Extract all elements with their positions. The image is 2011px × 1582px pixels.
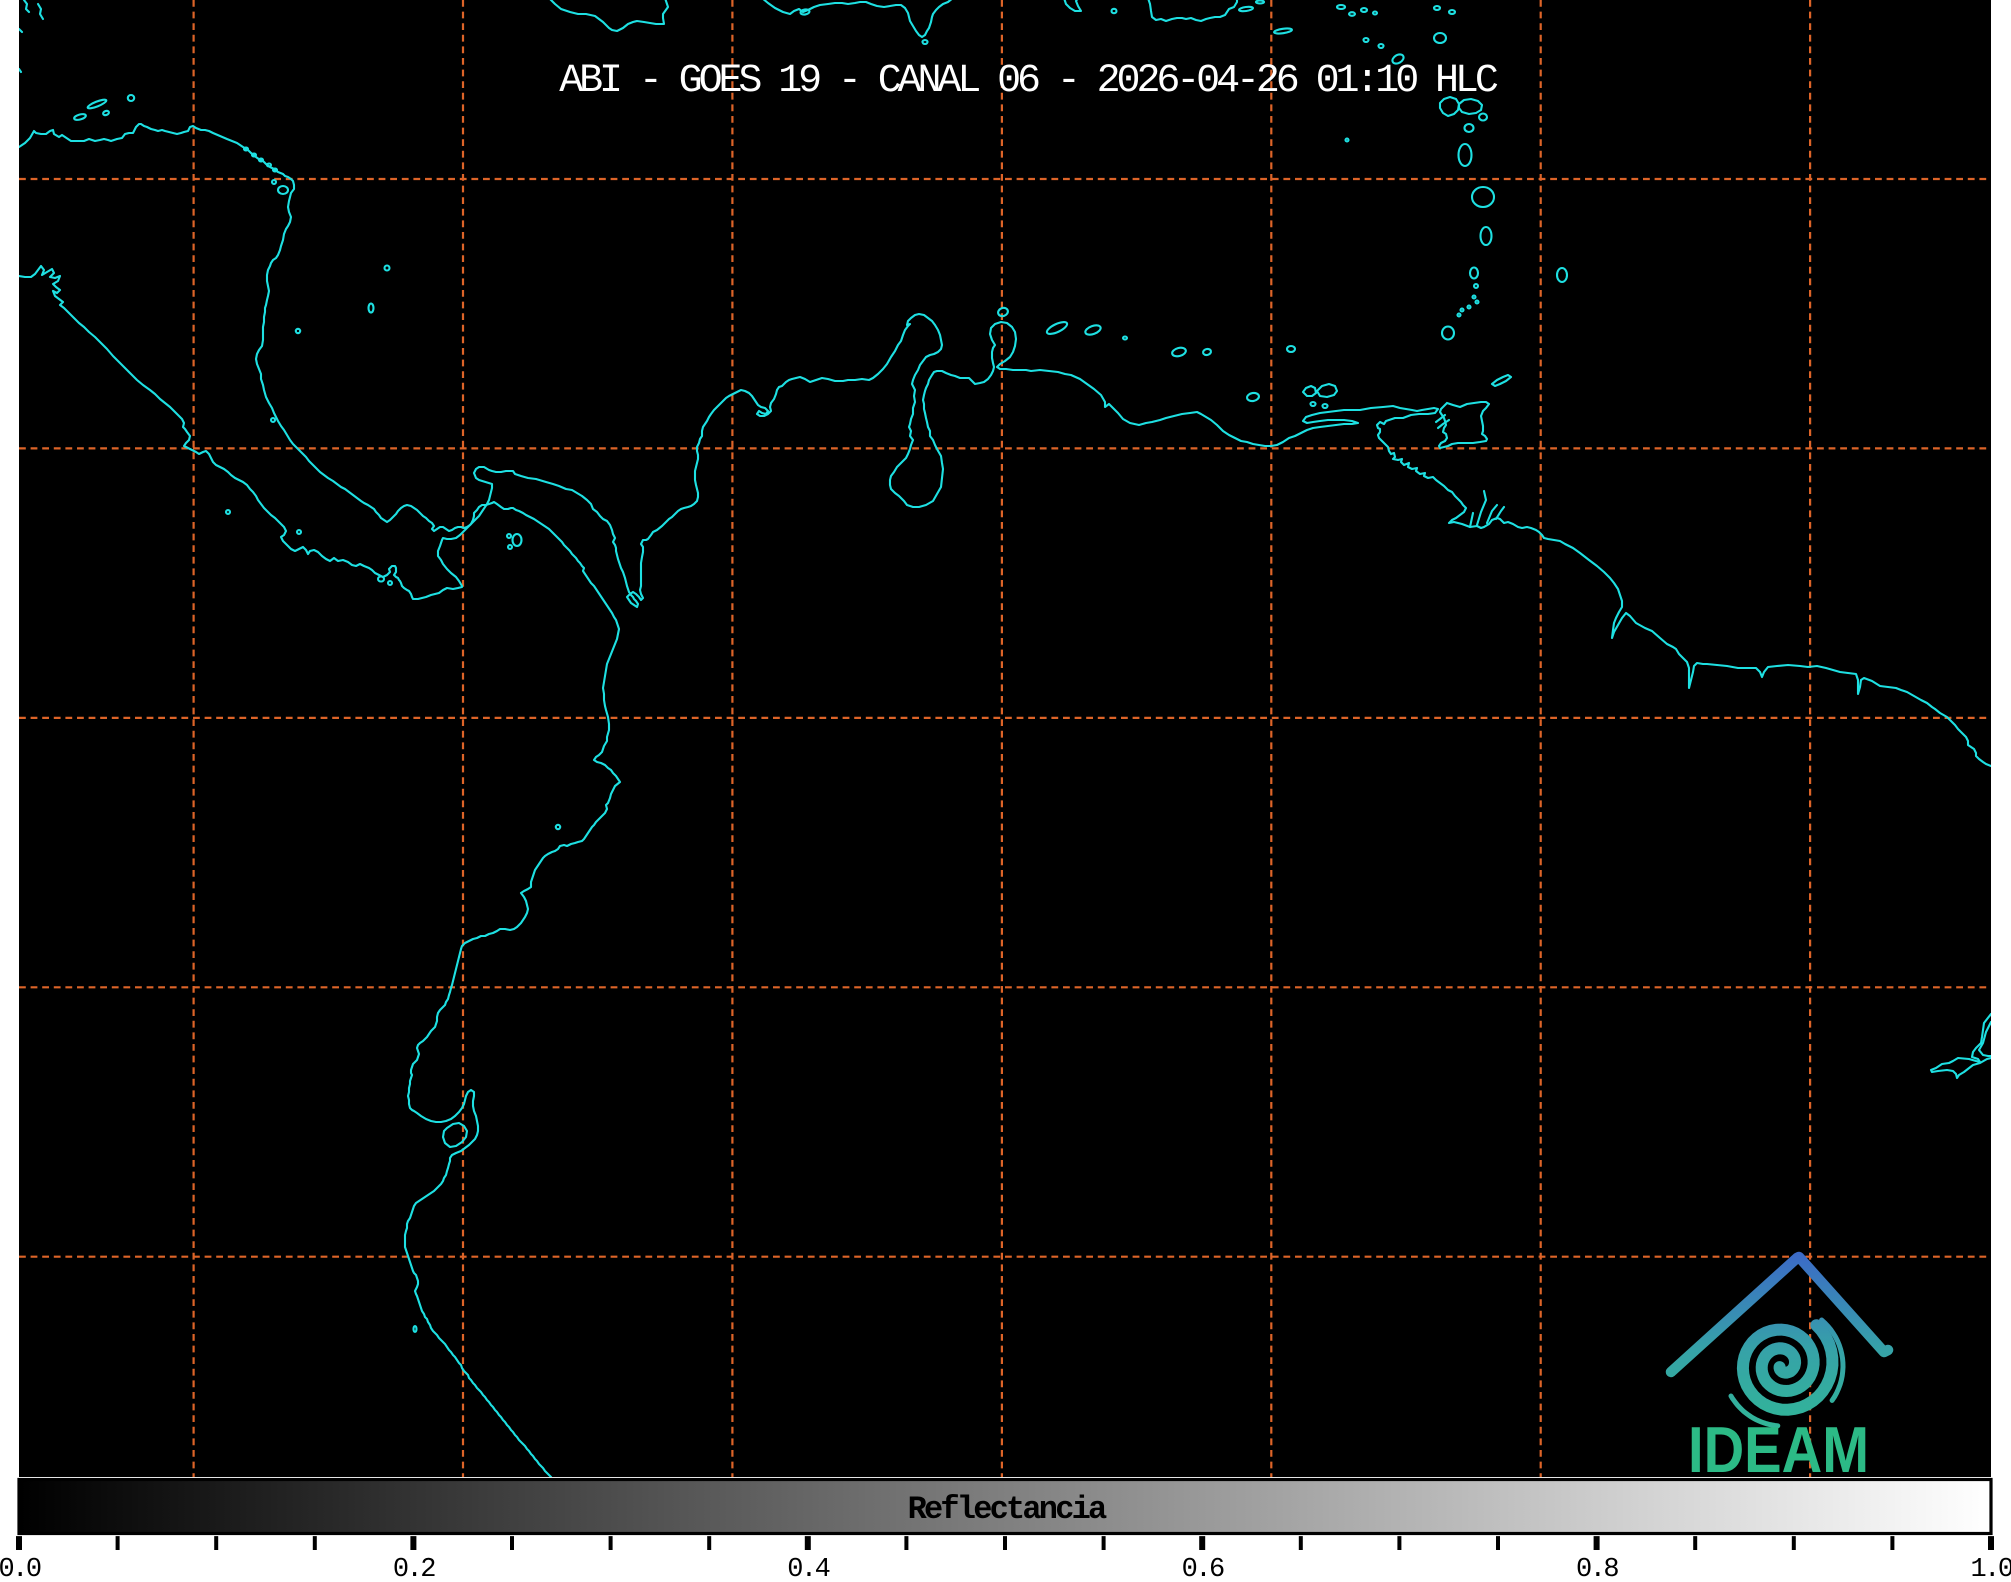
svg-text:1.0: 1.0 — [1970, 1555, 2011, 1577]
svg-text:0.0: 0.0 — [0, 1555, 41, 1577]
svg-text:ABI - GOES 19 - CANAL 06 - 202: ABI - GOES 19 - CANAL 06 - 2026-04-26 01… — [559, 59, 1498, 104]
svg-text:0.8: 0.8 — [1576, 1555, 1618, 1577]
svg-text:0.6: 0.6 — [1182, 1555, 1224, 1577]
svg-text:Reflectancia: Reflectancia — [908, 1491, 1107, 1528]
svg-text:IDEAM: IDEAM — [1688, 1413, 1869, 1486]
svg-text:0.4: 0.4 — [787, 1555, 829, 1577]
svg-text:0.2: 0.2 — [393, 1555, 435, 1577]
